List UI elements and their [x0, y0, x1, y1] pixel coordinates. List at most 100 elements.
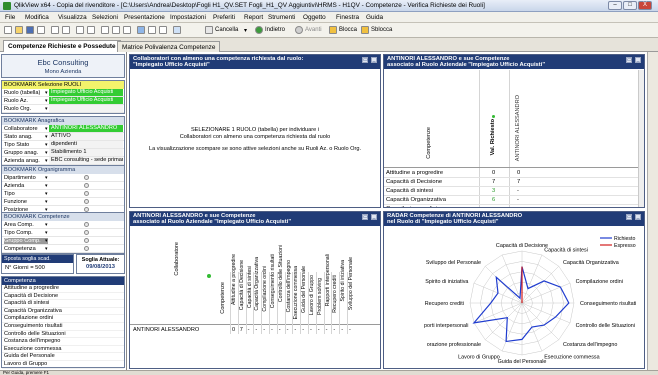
table-row[interactable]: Capacità Organizzativa 6 -: [384, 196, 644, 205]
filter-ruolo-tabella[interactable]: Ruolo (tabella) ▾ Impiegato Ufficio Acquis…: [2, 89, 124, 97]
list-item[interactable]: Costanza dell'impegno: [2, 338, 124, 346]
minimize-button[interactable]: –: [608, 1, 622, 10]
menu-presentazione[interactable]: Presentazione: [124, 14, 165, 21]
filter-value[interactable]: dipendenti: [49, 141, 123, 148]
filter-tipo-stato[interactable]: Tipo Stato ▾ dipendenti: [2, 141, 124, 149]
panel-close-icon[interactable]: _: [371, 214, 377, 220]
sblocca-button[interactable]: Sblocca: [371, 27, 392, 33]
filter-value[interactable]: Stabilimento 1: [49, 149, 123, 156]
dropdown-icon[interactable]: ▾: [45, 126, 48, 132]
indietro-button[interactable]: Indietro: [265, 27, 285, 33]
redo-icon[interactable]: [87, 26, 95, 34]
help-icon[interactable]: [173, 26, 181, 34]
indietro-icon[interactable]: [255, 26, 263, 34]
close-button[interactable]: X: [638, 1, 652, 10]
avanti-icon[interactable]: [295, 26, 303, 34]
cancella-dropdown-icon[interactable]: ▾: [244, 27, 247, 34]
soglia-giorni-value[interactable]: N° Giorni = 500: [2, 263, 73, 273]
filter-value[interactable]: EBC consulting - sede primaria: [49, 157, 123, 164]
dropdown-icon[interactable]: ▾: [45, 98, 48, 104]
dropdown-icon[interactable]: ▾: [45, 106, 48, 112]
properties-icon[interactable]: [112, 26, 120, 34]
panel-menu-icon[interactable]: ▭: [362, 57, 368, 63]
menu-selezioni[interactable]: Selezioni: [92, 14, 118, 21]
dropdown-icon[interactable]: ▾: [45, 175, 48, 181]
tab-matrice-polivalenza[interactable]: Matrice Polivalenza Competenze: [117, 41, 221, 52]
list-item[interactable]: Lavoro di Gruppo: [2, 361, 124, 369]
list-item[interactable]: Controllo delle Situazioni: [2, 331, 124, 339]
sblocca-icon[interactable]: [361, 26, 369, 34]
open-icon[interactable]: [15, 26, 23, 34]
filter-tipo-comp[interactable]: Tipo Comp. ▾: [2, 229, 124, 237]
filter-ruolo-az[interactable]: Ruolo Az. ▾ Impiegato Ufficio Acquisti: [2, 97, 124, 105]
menu-visualizza[interactable]: Visualizza: [58, 14, 87, 21]
filter-competenza[interactable]: Competenza ▾: [2, 245, 124, 253]
filter-gruppo-comp[interactable]: Gruppo Comp. ▾: [2, 237, 124, 245]
empty-selector-icon[interactable]: [84, 183, 89, 188]
filter-value[interactable]: ANTINORI ALESSANDRO: [49, 125, 123, 132]
paste-icon[interactable]: [62, 26, 70, 34]
dropdown-icon[interactable]: ▾: [45, 90, 48, 96]
blocca-icon[interactable]: [329, 26, 337, 34]
filter-value[interactable]: [49, 105, 123, 112]
filter-icon[interactable]: [159, 26, 167, 34]
empty-selector-icon[interactable]: [84, 246, 89, 251]
filter-azienda-anag[interactable]: Azienda anag. ▾ EBC consulting - sede prim…: [2, 157, 124, 165]
filter-dipartimento[interactable]: Dipartimento ▾: [2, 174, 124, 182]
panel-close-icon[interactable]: _: [635, 214, 641, 220]
dropdown-icon[interactable]: ▾: [45, 199, 48, 205]
list-item[interactable]: Conseguimento risultati: [2, 323, 124, 331]
right-edge-scroll[interactable]: [647, 52, 658, 370]
menu-impostazioni[interactable]: Impostazioni: [170, 14, 206, 21]
filter-tipo[interactable]: Tipo ▾: [2, 190, 124, 198]
panel-close-icon[interactable]: _: [635, 57, 641, 63]
empty-selector-icon[interactable]: [84, 238, 89, 243]
menu-strumenti[interactable]: Strumenti: [268, 14, 295, 21]
filter-funzione[interactable]: Funzione ▾: [2, 198, 124, 206]
new-icon[interactable]: [4, 26, 12, 34]
list-item[interactable]: Esecuzione commessa: [2, 346, 124, 354]
list-item[interactable]: Capacità Organizzativa: [2, 308, 124, 316]
maximize-button[interactable]: □: [623, 1, 637, 10]
panel-menu-icon[interactable]: ▭: [626, 57, 632, 63]
menu-preferiti[interactable]: Preferiti: [213, 14, 235, 21]
avanti-button[interactable]: Avanti: [305, 27, 322, 33]
dropdown-icon[interactable]: ▾: [45, 222, 48, 228]
empty-selector-icon[interactable]: [84, 230, 89, 235]
soglia-slider-box[interactable]: Sposta soglia scad. N° Giorni = 500: [1, 254, 74, 274]
menu-report[interactable]: Report: [244, 14, 263, 21]
filter-area-comp[interactable]: Area Comp. ▾: [2, 221, 124, 229]
cancella-icon[interactable]: [205, 26, 213, 34]
filter-ruolo-org[interactable]: Ruolo Org. ▾: [2, 105, 124, 113]
filter-value[interactable]: Impiegato Ufficio Acquisti: [49, 97, 123, 104]
list-item[interactable]: Compilazione ordini: [2, 315, 124, 323]
save-icon[interactable]: [26, 26, 34, 34]
table-row[interactable]: Capacità di sintesi 3 -: [384, 187, 644, 196]
search-icon[interactable]: [101, 26, 109, 34]
menu-finestra[interactable]: Finestra: [336, 14, 359, 21]
dropdown-icon[interactable]: ▾: [45, 246, 48, 252]
empty-selector-icon[interactable]: [84, 199, 89, 204]
list-item[interactable]: Guida del Personale: [2, 353, 124, 361]
menu-modifica[interactable]: Modifica: [25, 14, 49, 21]
filter-value[interactable]: Impiegato Ufficio Acquisti: [49, 89, 123, 96]
empty-selector-icon[interactable]: [84, 222, 89, 227]
filter-stato-anag[interactable]: Stato anag. ▾ ATTIVO: [2, 133, 124, 141]
dropdown-icon[interactable]: ▾: [45, 134, 48, 140]
dropdown-icon[interactable]: ▾: [45, 183, 48, 189]
dropdown-icon[interactable]: ▾: [45, 238, 48, 244]
table-row[interactable]: Attitudine a progredire 0 0: [384, 169, 644, 178]
list-item[interactable]: Capacità di Decisione: [2, 293, 124, 301]
filter-collaboratore[interactable]: Collaboratore ▾ ANTINORI ALESSANDRO: [2, 125, 124, 133]
menu-oggetto[interactable]: Oggetto: [303, 14, 326, 21]
table-row[interactable]: Compilazione ordini......: [384, 205, 644, 207]
dropdown-icon[interactable]: ▾: [45, 230, 48, 236]
menu-file[interactable]: File: [5, 14, 15, 21]
table-icon[interactable]: [148, 26, 156, 34]
menu-guida[interactable]: Guida: [366, 14, 383, 21]
dropdown-icon[interactable]: ▾: [45, 150, 48, 156]
layout-icon[interactable]: [123, 26, 131, 34]
table-row[interactable]: Capacità di Decisione 7 7: [384, 178, 644, 187]
list-item[interactable]: Attitudine a progredire: [2, 285, 124, 293]
filter-azienda[interactable]: Azienda ▾: [2, 182, 124, 190]
